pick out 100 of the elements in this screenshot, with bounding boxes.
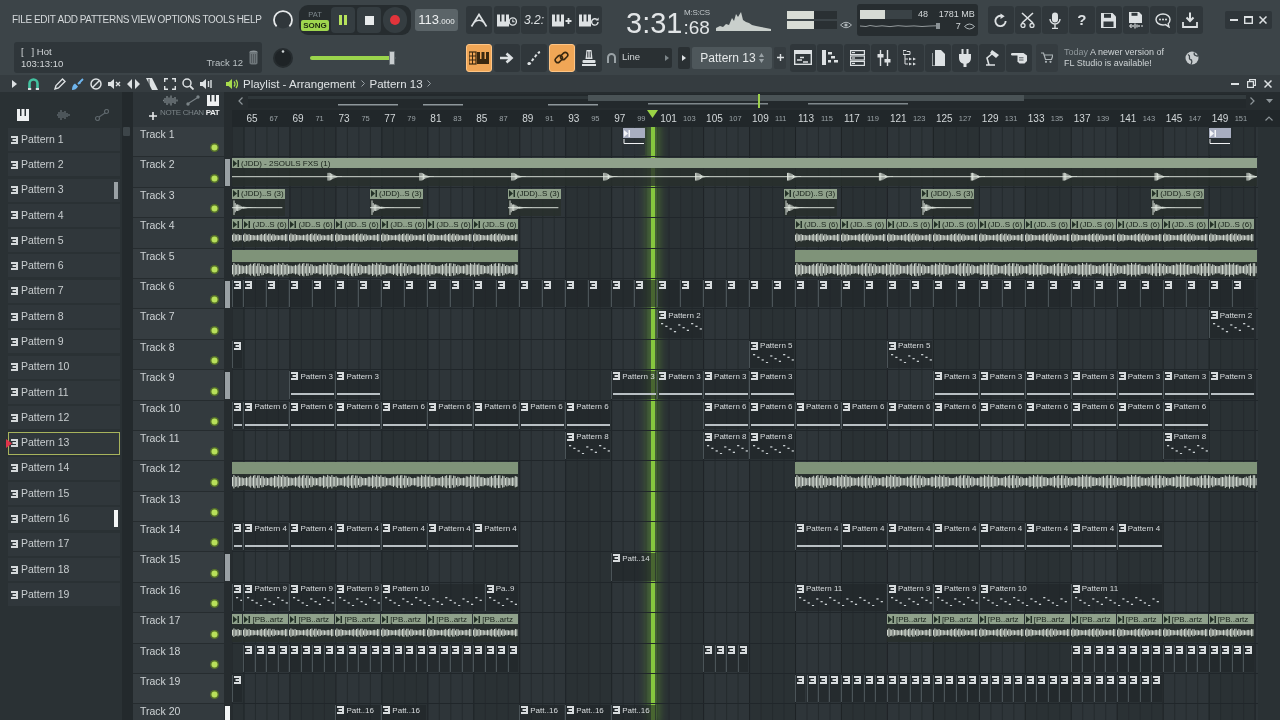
- record-audio-button[interactable]: [1041, 6, 1068, 34]
- track-header[interactable]: Track 10: [133, 400, 224, 431]
- mode-toggle[interactable]: SONG: [301, 19, 329, 31]
- menu-item[interactable]: PATTERNS: [79, 14, 130, 26]
- led-icon[interactable]: [210, 447, 219, 457]
- led-icon[interactable]: [210, 629, 219, 639]
- overview-drawing[interactable]: [248, 94, 1246, 108]
- pattern-item[interactable]: Pattern 16: [8, 507, 120, 531]
- add-pattern-button[interactable]: [774, 46, 786, 69]
- led-icon[interactable]: [210, 538, 219, 548]
- globe-icon[interactable]: [1185, 50, 1199, 65]
- wait-button[interactable]: [493, 6, 520, 34]
- plugin-button[interactable]: [952, 43, 978, 72]
- speaker-mute-icon[interactable]: [108, 77, 121, 90]
- track-header[interactable]: Track 11: [133, 430, 224, 462]
- pattern-item[interactable]: Pattern 17: [8, 532, 120, 556]
- track-header[interactable]: Track 2: [133, 157, 224, 188]
- cut-button[interactable]: [1014, 6, 1041, 34]
- speaker-icon[interactable]: [226, 77, 238, 90]
- pattern-item[interactable]: Pattern 6: [8, 254, 120, 278]
- export-button[interactable]: [1122, 6, 1149, 34]
- maximize-icon[interactable]: [1244, 16, 1253, 24]
- tempo-field[interactable]: 113.000: [415, 9, 458, 31]
- pattern-item[interactable]: Pattern 5: [8, 229, 120, 253]
- menu-item[interactable]: HELP: [236, 14, 262, 26]
- led-icon[interactable]: [210, 234, 219, 244]
- pattern-item[interactable]: Pattern 4: [8, 203, 120, 227]
- keys-icon[interactable]: [17, 109, 29, 121]
- mode-button[interactable]: [521, 43, 547, 72]
- minimize-icon[interactable]: [1231, 82, 1239, 85]
- track-header[interactable]: Track 20: [133, 704, 224, 720]
- track-header[interactable]: Track 15: [133, 552, 224, 583]
- pattern-menu-button[interactable]: [678, 46, 690, 69]
- menu-item[interactable]: VIEW: [131, 14, 156, 26]
- select-frame-icon[interactable]: [164, 77, 176, 90]
- snap-dropdown[interactable]: Line: [619, 47, 672, 68]
- led-icon[interactable]: [210, 204, 219, 214]
- track-header[interactable]: Track 5: [133, 248, 224, 279]
- save-button[interactable]: [1095, 6, 1122, 34]
- prohibited-icon[interactable]: [90, 77, 102, 90]
- pattern-item[interactable]: Pattern 11: [8, 380, 120, 404]
- led-icon[interactable]: [210, 295, 219, 305]
- track-header[interactable]: Track 7: [133, 309, 224, 340]
- pattern-item[interactable]: Pattern 18: [8, 558, 120, 582]
- scroll-thumb[interactable]: [123, 127, 130, 136]
- track-header[interactable]: Track 16: [133, 582, 224, 614]
- shop-button[interactable]: [1036, 43, 1058, 72]
- led-icon[interactable]: [210, 264, 219, 274]
- channel-rack-button[interactable]: [844, 43, 870, 72]
- lamp-button[interactable]: [979, 43, 1005, 72]
- led-icon[interactable]: [210, 325, 219, 335]
- overdub-button[interactable]: [548, 6, 575, 34]
- zoom-icon[interactable]: [182, 77, 194, 90]
- menu-item[interactable]: OPTIONS: [157, 14, 201, 26]
- pattern-item[interactable]: Pattern 2: [8, 153, 120, 177]
- browser-button[interactable]: [898, 43, 924, 72]
- brush-icon[interactable]: [72, 77, 84, 90]
- knife-icon[interactable]: [146, 77, 158, 90]
- pattern-selector[interactable]: Pattern 13: [692, 46, 772, 69]
- eye-icon[interactable]: [839, 21, 852, 29]
- track-header[interactable]: Track 17: [133, 613, 224, 644]
- track-header[interactable]: Track 3: [133, 187, 224, 219]
- clip-filter-button[interactable]: PAT: [205, 95, 220, 117]
- pattern-item[interactable]: Pattern 15: [8, 482, 120, 506]
- track-header[interactable]: Track 19: [133, 674, 224, 705]
- countdown-button[interactable]: 3.2:: [521, 6, 547, 34]
- metronome-button[interactable]: [466, 6, 492, 34]
- pattern-item[interactable]: Pattern 9: [8, 330, 120, 354]
- caret-icon[interactable]: [12, 79, 17, 88]
- chat-button[interactable]: [1149, 6, 1176, 34]
- up-chevron-icon[interactable]: [1265, 116, 1273, 121]
- track-header[interactable]: Track 18: [133, 643, 224, 675]
- led-icon[interactable]: [210, 690, 219, 700]
- double-arrow-icon[interactable]: [127, 78, 140, 89]
- pattern-item[interactable]: Pattern 7: [8, 279, 120, 303]
- menu-item[interactable]: ADD: [57, 14, 78, 26]
- help-button[interactable]: ?: [1068, 6, 1095, 34]
- close-icon[interactable]: [1264, 79, 1272, 88]
- led-icon[interactable]: [210, 416, 219, 426]
- mode-button[interactable]: [548, 43, 575, 72]
- undo-button[interactable]: [987, 6, 1014, 34]
- track-header[interactable]: Track 4: [133, 218, 224, 249]
- mixer-button[interactable]: [871, 43, 897, 72]
- mode-button[interactable]: [466, 43, 492, 72]
- piano-roll-button[interactable]: [817, 43, 843, 72]
- led-icon[interactable]: [210, 660, 219, 670]
- template-button[interactable]: [925, 43, 951, 72]
- restore-icon[interactable]: [1247, 79, 1256, 88]
- breadcrumb-link[interactable]: Pattern 13: [369, 76, 423, 91]
- pattern-item[interactable]: Pattern 10: [8, 355, 120, 379]
- speaker-icon[interactable]: [200, 77, 213, 90]
- track-header[interactable]: Track 13: [133, 491, 224, 523]
- pattern-item[interactable]: Pattern 8: [8, 305, 120, 329]
- loop-record-button[interactable]: [576, 6, 602, 34]
- led-icon[interactable]: [210, 356, 219, 366]
- led-icon[interactable]: [210, 477, 219, 487]
- knob[interactable]: [272, 9, 294, 31]
- track-header[interactable]: Track 12: [133, 461, 224, 492]
- pencil-icon[interactable]: [54, 77, 66, 90]
- down-caret-icon[interactable]: [1265, 99, 1273, 103]
